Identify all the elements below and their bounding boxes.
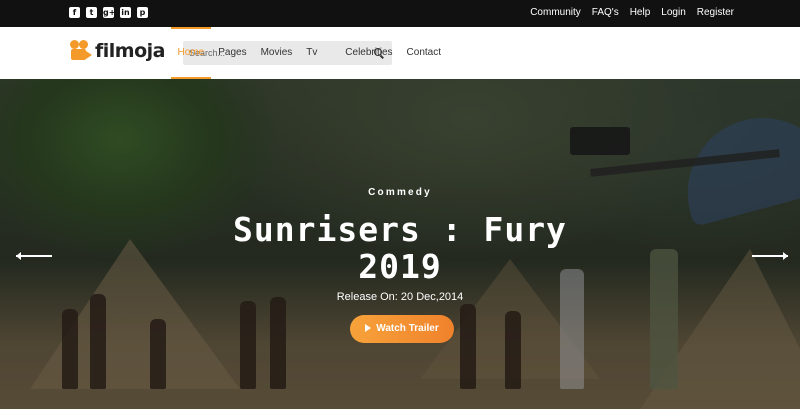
site-header: filmoja Home Pages Movies Tv Show Celebr… bbox=[0, 27, 800, 110]
nav-movies[interactable]: Movies bbox=[254, 27, 300, 79]
twitter-icon[interactable]: t bbox=[86, 7, 97, 18]
hero-title-line1: Sunrisers : Fury bbox=[233, 210, 567, 249]
nav-celebrities[interactable]: Celebrities bbox=[338, 27, 399, 79]
social-links: f t g+ in p bbox=[69, 7, 148, 18]
community-link[interactable]: Community bbox=[530, 7, 581, 19]
watch-trailer-button[interactable]: Watch Trailer bbox=[350, 315, 454, 343]
hero-title-line2: 2019 bbox=[358, 247, 442, 286]
login-link[interactable]: Login bbox=[661, 7, 685, 19]
hero-release-date: Release On: 20 Dec,2014 bbox=[336, 291, 464, 303]
nav-contact[interactable]: Contact bbox=[400, 27, 448, 79]
top-bar: f t g+ in p Community FAQ's Help Login R… bbox=[0, 0, 800, 27]
nav-home[interactable]: Home bbox=[170, 27, 212, 79]
film-camera-icon bbox=[69, 40, 93, 62]
logo[interactable]: filmoja bbox=[69, 40, 165, 62]
hero-title: Sunrisers : Fury 2019 bbox=[0, 211, 800, 285]
hero-genre: Commedy bbox=[368, 187, 432, 198]
linkedin-icon[interactable]: in bbox=[120, 7, 131, 18]
slider-next-arrow-icon[interactable] bbox=[752, 252, 788, 260]
top-links: Community FAQ's Help Login Register bbox=[530, 7, 734, 19]
hero-slider: Commedy Sunrisers : Fury 2019 Release On… bbox=[0, 79, 800, 409]
register-link[interactable]: Register bbox=[697, 7, 734, 19]
slider-prev-arrow-icon[interactable] bbox=[16, 252, 52, 260]
facebook-icon[interactable]: f bbox=[69, 7, 80, 18]
nav-tv-show[interactable]: Tv Show bbox=[299, 27, 338, 110]
nav-pages[interactable]: Pages bbox=[211, 27, 253, 79]
google-plus-icon[interactable]: g+ bbox=[103, 7, 115, 18]
help-link[interactable]: Help bbox=[630, 7, 651, 19]
watch-trailer-label: Watch Trailer bbox=[376, 323, 439, 334]
logo-text: filmoja bbox=[95, 40, 165, 62]
hero-content: Commedy Sunrisers : Fury 2019 Release On… bbox=[0, 79, 800, 409]
faqs-link[interactable]: FAQ's bbox=[592, 7, 619, 19]
pinterest-icon[interactable]: p bbox=[137, 7, 148, 18]
play-icon bbox=[365, 324, 372, 332]
